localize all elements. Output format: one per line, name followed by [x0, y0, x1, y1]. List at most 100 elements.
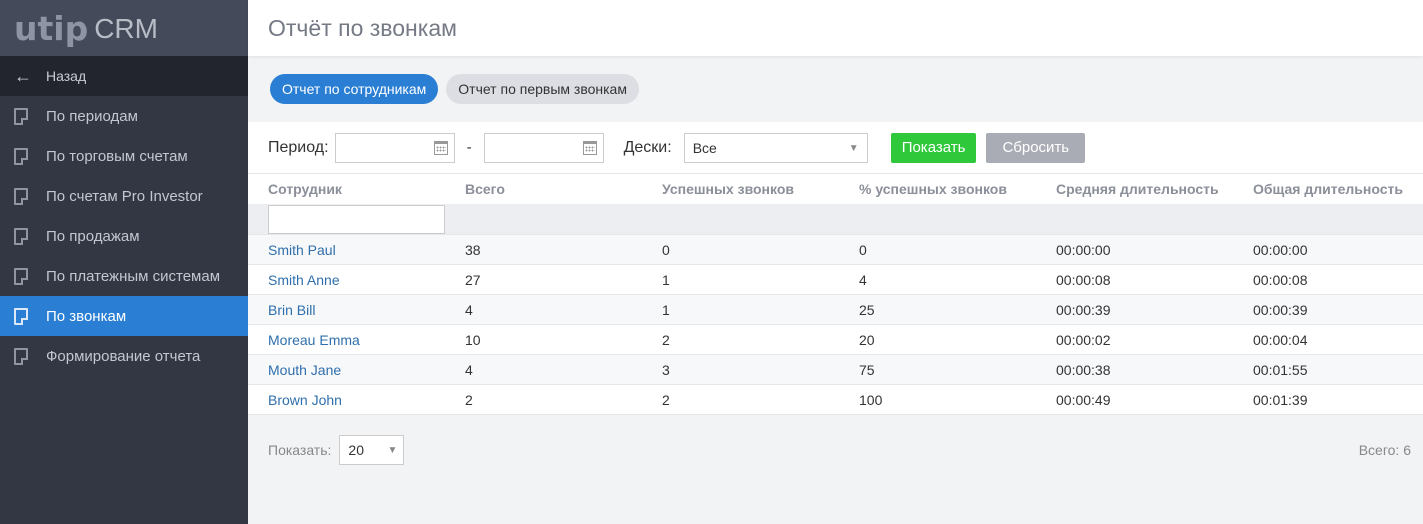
calendar-icon[interactable] — [582, 140, 597, 155]
tab-first-calls-report[interactable]: Отчет по первым звонкам — [446, 74, 639, 104]
table-body: Smith Paul 38 0 0 00:00:00 00:00:00 Smith Anne… — [248, 234, 1423, 414]
employee-cell[interactable]: Brown John — [248, 392, 465, 408]
report-tabs: Отчет по сотрудникам Отчет по первым зво… — [248, 56, 1423, 122]
sidebar-item-label: По платежным системам — [46, 267, 221, 285]
total-duration-cell: 00:00:08 — [1253, 271, 1308, 288]
back-label: Назад — [46, 68, 87, 84]
percent-cell: 25 — [859, 301, 875, 318]
filters-bar: Период: - Дески: Все ▼ Показать Сбросить — [248, 122, 1423, 174]
total-cell: 4 — [465, 361, 473, 378]
avg-duration-cell: 00:00:38 — [1056, 361, 1111, 378]
employee-cell[interactable]: Brin Bill — [248, 302, 465, 318]
avg-duration-cell: 00:00:08 — [1056, 271, 1111, 288]
arrow-left-icon: ← — [14, 65, 32, 86]
successful-cell: 0 — [662, 241, 670, 258]
percent-cell: 100 — [859, 391, 883, 408]
sidebar-item-label: По торговым счетам — [46, 147, 188, 165]
page-size-select[interactable]: 20 ▼ — [339, 434, 405, 465]
show-button[interactable]: Показать — [890, 132, 977, 163]
document-icon — [14, 107, 28, 125]
sidebar-item[interactable]: По торговым счетам — [0, 136, 248, 176]
period-label: Период: — [268, 138, 329, 156]
total-count: Всего: 6 — [1358, 441, 1411, 458]
document-icon — [14, 267, 28, 285]
table-row: Brown John 2 2 100 00:00:49 00:01:39 — [248, 384, 1423, 414]
calendar-icon[interactable] — [433, 140, 448, 155]
successful-cell: 2 — [662, 331, 670, 348]
employee-cell[interactable]: Smith Paul — [248, 242, 465, 258]
logo[interactable]: utip CRM — [0, 0, 248, 56]
column-header-total[interactable]: Всего — [465, 181, 662, 197]
page-title: Отчёт по звонкам — [268, 14, 457, 41]
date-range-dash: - — [466, 139, 472, 156]
total-duration-cell: 00:01:39 — [1253, 391, 1308, 408]
sidebar-item[interactable]: Формирование отчета — [0, 336, 248, 376]
chevron-down-icon: ▼ — [387, 444, 398, 456]
logo-crm: CRM — [94, 13, 158, 44]
sidebar-item[interactable]: По счетам Pro Investor — [0, 176, 248, 216]
document-icon — [14, 227, 28, 245]
employee-cell[interactable]: Moreau Emma — [248, 332, 465, 348]
sidebar-item[interactable]: По платежным системам — [0, 256, 248, 296]
reset-button[interactable]: Сбросить — [986, 132, 1086, 163]
successful-cell: 1 — [662, 301, 670, 318]
sidebar-item[interactable]: По продажам — [0, 216, 248, 256]
calls-table: Сотрудник Всего Успешных звонков % успеш… — [248, 174, 1423, 414]
sidebar-item-label: По продажам — [46, 227, 140, 245]
document-icon — [14, 187, 28, 205]
sidebar-item[interactable]: По звонкам — [0, 296, 248, 336]
desks-select-value: Все — [692, 139, 717, 156]
employee-cell[interactable]: Smith Anne — [248, 272, 465, 288]
total-duration-cell: 00:00:00 — [1253, 241, 1308, 258]
percent-cell: 0 — [859, 241, 867, 258]
successful-cell: 1 — [662, 271, 670, 288]
table-row: Brin Bill 4 1 25 00:00:39 00:00:39 — [248, 294, 1423, 324]
page-size-label: Показать: — [268, 441, 332, 458]
employee-cell[interactable]: Mouth Jane — [248, 362, 465, 378]
successful-cell: 3 — [662, 361, 670, 378]
desks-label: Дески: — [623, 138, 672, 156]
chevron-down-icon: ▼ — [848, 142, 859, 154]
sidebar: utip CRM ← Назад По периодам По торговым … — [0, 0, 248, 524]
sidebar-nav: По периодам По торговым счетам По счетам P… — [0, 96, 248, 376]
tab-employees-report[interactable]: Отчет по сотрудникам — [270, 74, 439, 104]
back-button[interactable]: ← Назад — [0, 56, 248, 96]
column-header-percent[interactable]: % успешных звонков — [859, 181, 1056, 197]
column-header-successful[interactable]: Успешных звонков — [662, 181, 859, 197]
total-cell: 10 — [465, 331, 481, 348]
table-row: Smith Paul 38 0 0 00:00:00 00:00:00 — [248, 234, 1423, 264]
total-duration-cell: 00:00:04 — [1253, 331, 1308, 348]
employee-search-input[interactable] — [268, 205, 445, 234]
successful-cell: 2 — [662, 391, 670, 408]
avg-duration-cell: 00:00:49 — [1056, 391, 1111, 408]
column-header-avg-duration[interactable]: Средняя длительность — [1056, 181, 1253, 197]
sidebar-item-label: По счетам Pro Investor — [46, 187, 203, 205]
table-row: Moreau Emma 10 2 20 00:00:02 00:00:04 — [248, 324, 1423, 354]
column-header-employee[interactable]: Сотрудник — [248, 181, 465, 197]
total-cell: 27 — [465, 271, 481, 288]
percent-cell: 4 — [859, 271, 867, 288]
sidebar-item-label: Формирование отчета — [46, 347, 201, 365]
table-footer: Показать: 20 ▼ Всего: 6 — [248, 414, 1423, 484]
date-to-input[interactable] — [483, 132, 604, 163]
document-icon — [14, 347, 28, 365]
page-size-value: 20 — [348, 441, 364, 458]
total-cell: 38 — [465, 241, 481, 258]
date-from-input[interactable] — [334, 132, 455, 163]
document-icon — [14, 147, 28, 165]
total-cell: 4 — [465, 301, 473, 318]
sidebar-item-label: По звонкам — [46, 307, 127, 325]
main-content: Отчёт по звонкам Отчет по сотрудникам От… — [248, 0, 1423, 524]
percent-cell: 20 — [859, 331, 875, 348]
percent-cell: 75 — [859, 361, 875, 378]
table-row: Mouth Jane 4 3 75 00:00:38 00:01:55 — [248, 354, 1423, 384]
total-duration-cell: 00:01:55 — [1253, 361, 1308, 378]
table-header: Сотрудник Всего Успешных звонков % успеш… — [248, 174, 1423, 204]
desks-select[interactable]: Все ▼ — [683, 132, 868, 163]
avg-duration-cell: 00:00:39 — [1056, 301, 1111, 318]
column-header-total-duration[interactable]: Общая длительность — [1253, 181, 1422, 197]
sidebar-item[interactable]: По периодам — [0, 96, 248, 136]
table-row: Smith Anne 27 1 4 00:00:08 00:00:08 — [248, 264, 1423, 294]
sidebar-item-label: По периодам — [46, 107, 138, 125]
document-icon — [14, 307, 28, 325]
